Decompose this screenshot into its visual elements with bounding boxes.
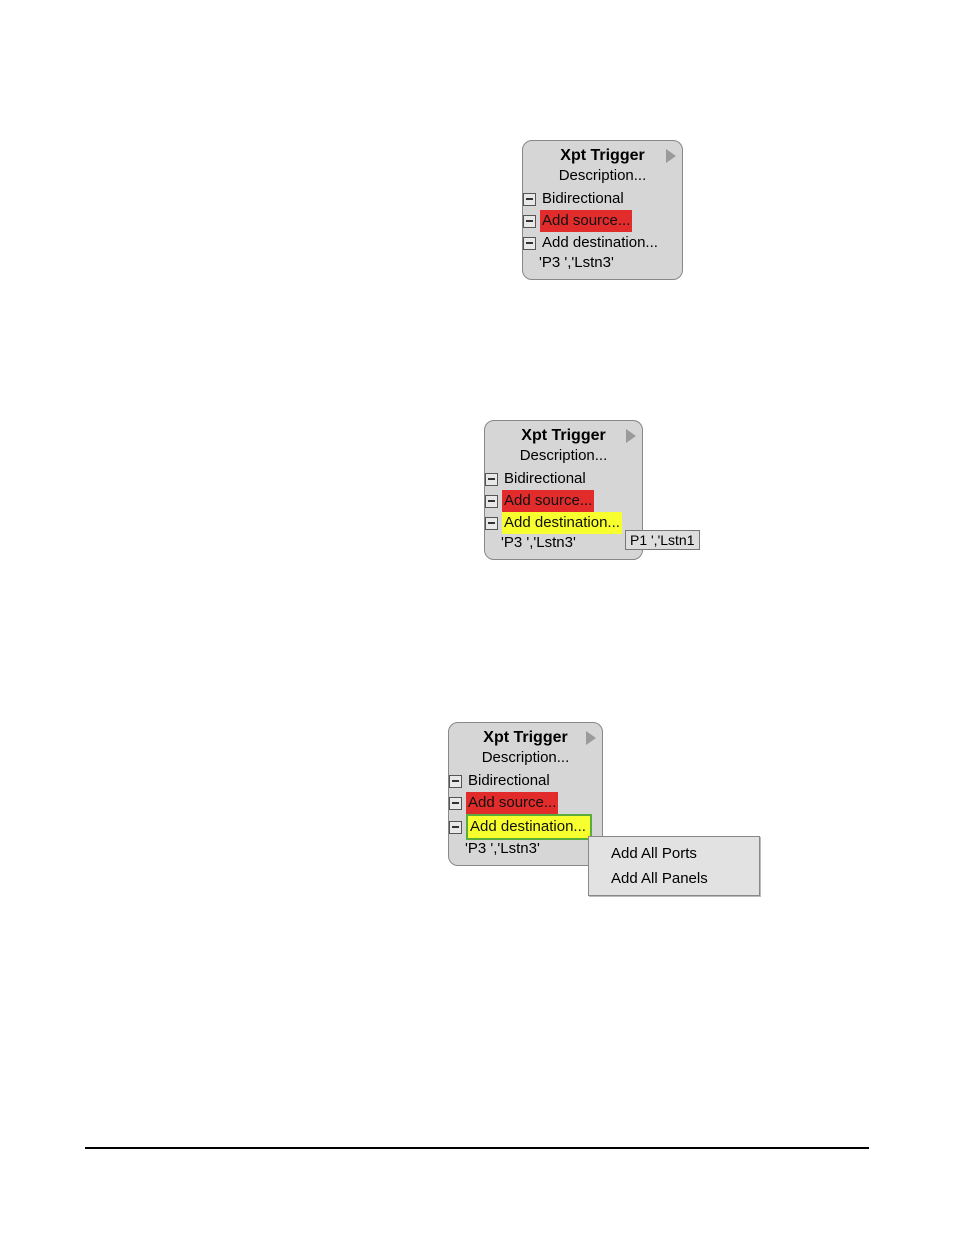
add-source-label: Add source... xyxy=(466,792,558,814)
play-icon[interactable] xyxy=(666,149,676,163)
add-destination-label: Add destination... xyxy=(502,512,622,534)
page: Xpt Trigger Description... Bidirectional… xyxy=(0,0,954,1235)
box3-title-text: Xpt Trigger xyxy=(483,729,567,746)
box2-row-bidirectional[interactable]: Bidirectional xyxy=(485,468,634,490)
box3-desc[interactable]: Description... xyxy=(457,749,594,766)
collapse-icon[interactable] xyxy=(485,517,498,530)
play-icon[interactable] xyxy=(586,731,596,745)
collapse-icon[interactable] xyxy=(523,193,536,206)
xpt-trigger-box-1[interactable]: Xpt Trigger Description... Bidirectional… xyxy=(522,140,683,280)
bidirectional-label: Bidirectional xyxy=(502,468,588,490)
box1-row-add-destination[interactable]: Add destination... xyxy=(523,232,674,254)
collapse-icon[interactable] xyxy=(523,237,536,250)
add-destination-label: Add destination... xyxy=(466,814,592,840)
box1-sub-value: 'P3 ','Lstn3' xyxy=(539,254,674,271)
box1-row-add-source[interactable]: Add source... xyxy=(523,210,674,232)
box3-row-add-destination[interactable]: Add destination... xyxy=(449,814,594,840)
box3-row-add-source[interactable]: Add source... xyxy=(449,792,594,814)
collapse-icon[interactable] xyxy=(485,473,498,486)
box1-row-bidirectional[interactable]: Bidirectional xyxy=(523,188,674,210)
collapse-icon[interactable] xyxy=(449,821,462,834)
box2-row-add-destination[interactable]: Add destination... xyxy=(485,512,634,534)
xpt-trigger-box-3[interactable]: Xpt Trigger Description... Bidirectional… xyxy=(448,722,603,866)
box3-sub-value: 'P3 ','Lstn3' xyxy=(465,840,594,857)
box2-row-add-source[interactable]: Add source... xyxy=(485,490,634,512)
collapse-icon[interactable] xyxy=(449,797,462,810)
box2-desc[interactable]: Description... xyxy=(493,447,634,464)
box2-sub-value: 'P3 ','Lstn3' xyxy=(501,534,634,551)
collapse-icon[interactable] xyxy=(449,775,462,788)
play-icon[interactable] xyxy=(626,429,636,443)
box1-title-text: Xpt Trigger xyxy=(560,147,644,164)
box3-row-bidirectional[interactable]: Bidirectional xyxy=(449,770,594,792)
menu-add-all-panels[interactable]: Add All Panels xyxy=(589,866,759,891)
xpt-trigger-box-2[interactable]: Xpt Trigger Description... Bidirectional… xyxy=(484,420,643,560)
add-source-label: Add source... xyxy=(540,210,632,232)
collapse-icon[interactable] xyxy=(485,495,498,508)
bidirectional-label: Bidirectional xyxy=(466,770,552,792)
footer-divider xyxy=(85,1147,869,1149)
box1-title: Xpt Trigger xyxy=(531,147,674,165)
add-source-label: Add source... xyxy=(502,490,594,512)
box1-desc[interactable]: Description... xyxy=(531,167,674,184)
box2-title-text: Xpt Trigger xyxy=(521,427,605,444)
bidirectional-label: Bidirectional xyxy=(540,188,626,210)
context-menu: Add All Ports Add All Panels xyxy=(588,836,760,896)
box3-title: Xpt Trigger xyxy=(457,729,594,747)
box2-title: Xpt Trigger xyxy=(493,427,634,445)
add-destination-label: Add destination... xyxy=(540,232,660,254)
menu-add-all-ports[interactable]: Add All Ports xyxy=(589,841,759,866)
collapse-icon[interactable] xyxy=(523,215,536,228)
tooltip-destination: P1 ','Lstn1 xyxy=(625,530,700,550)
